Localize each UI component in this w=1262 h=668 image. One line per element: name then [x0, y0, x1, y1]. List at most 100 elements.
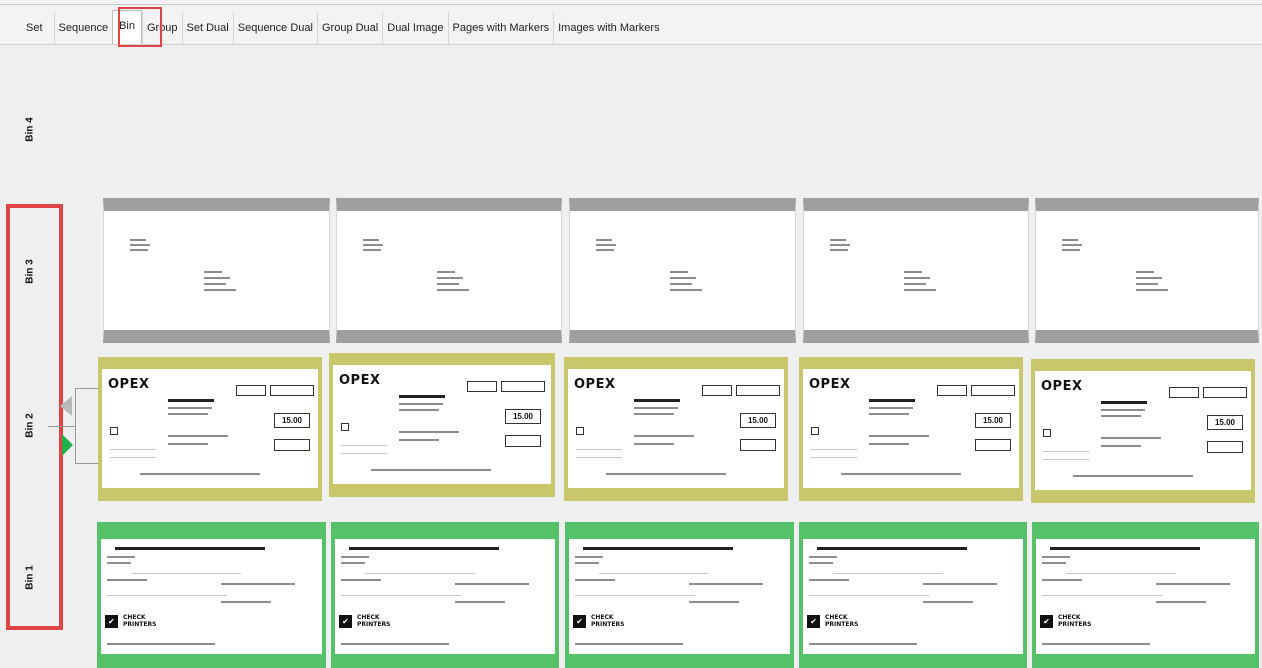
- form-field-box: [971, 385, 1015, 396]
- checkbox-mark: [1043, 429, 1051, 437]
- bin1-thumbnail-1[interactable]: ✔ CHECK PRINTERS: [97, 522, 326, 668]
- form-field-box: [740, 439, 776, 451]
- form-text-line: [168, 407, 212, 409]
- bin2-thumbnail-1[interactable]: OPEX 15.00: [98, 357, 322, 501]
- check-printers-logo: CHECK PRINTERS: [825, 614, 858, 628]
- form-text-line: [634, 399, 680, 402]
- amount-box: 15.00: [740, 413, 776, 428]
- marker-bracket-tick: [48, 426, 75, 427]
- form-text-line: [1101, 415, 1141, 417]
- tab-sequence-dual[interactable]: Sequence Dual: [232, 12, 317, 44]
- envelope-image: [570, 211, 795, 330]
- tab-set-dual[interactable]: Set Dual: [181, 12, 233, 44]
- form-rule: [1043, 451, 1089, 452]
- check-rule: [809, 595, 929, 596]
- marker-previous-icon[interactable]: [60, 396, 72, 416]
- bin1-thumbnail-3[interactable]: ✔ CHECK PRINTERS: [565, 522, 794, 668]
- recipient-address-line: [1136, 283, 1158, 285]
- check-header-line: [349, 547, 499, 550]
- form-text-line: [399, 439, 439, 441]
- tab-dual-image[interactable]: Dual Image: [382, 12, 447, 44]
- check-printers-logo: CHECK PRINTERS: [357, 614, 390, 628]
- recipient-address-line: [904, 283, 926, 285]
- form-field-box: [1169, 387, 1199, 398]
- form-rule: [110, 457, 156, 458]
- tab-group-dual[interactable]: Group Dual: [316, 12, 382, 44]
- form-text-line: [869, 443, 909, 445]
- check-printer-icon: ✔: [105, 615, 118, 628]
- bin3-thumbnail-1[interactable]: [103, 198, 330, 343]
- bin3-thumbnail-4[interactable]: [803, 198, 1029, 343]
- amount-value: 15.00: [982, 416, 1004, 425]
- bin1-thumbnail-5[interactable]: ✔ CHECK PRINTERS: [1032, 522, 1259, 668]
- amount-box: 15.00: [274, 413, 310, 428]
- micr-line: [371, 469, 491, 471]
- bin2-thumbnail-4[interactable]: OPEX 15.00: [799, 357, 1023, 501]
- recipient-address-line: [670, 271, 688, 273]
- form-text-line: [869, 407, 913, 409]
- tab-sequence[interactable]: Sequence: [53, 12, 113, 44]
- checkbox-mark: [576, 427, 584, 435]
- check-text-line: [809, 579, 849, 581]
- bin-4-label: Bin 4: [24, 117, 36, 142]
- bin2-thumbnail-2[interactable]: OPEX 15.00: [329, 353, 555, 497]
- return-address-line: [363, 249, 381, 251]
- checkbox-mark: [341, 423, 349, 431]
- check-printers-logo: CHECK PRINTERS: [123, 614, 156, 628]
- check-logo-line1: CHECK: [357, 614, 380, 621]
- micr-line: [1073, 475, 1193, 477]
- check-printer-icon: ✔: [573, 615, 586, 628]
- check-text-line: [221, 601, 271, 603]
- bin1-thumbnail-4[interactable]: ✔ CHECK PRINTERS: [799, 522, 1027, 668]
- bin-tab-highlight: [118, 7, 162, 47]
- check-logo-line2: PRINTERS: [825, 621, 859, 628]
- bin1-thumbnail-2[interactable]: ✔ CHECK PRINTERS: [331, 522, 559, 668]
- form-field-box: [1203, 387, 1247, 398]
- check-header-line: [817, 547, 967, 550]
- bin2-thumbnail-5[interactable]: OPEX 15.00: [1031, 359, 1255, 503]
- amount-value: 15.00: [512, 412, 534, 421]
- form-field-box: [937, 385, 967, 396]
- opex-logo: OPEX: [339, 373, 381, 388]
- check-rule: [1042, 595, 1162, 596]
- bin3-thumbnail-5[interactable]: [1035, 198, 1259, 343]
- check-text-line: [221, 583, 295, 585]
- micr-line: [341, 643, 449, 645]
- form-field-box: [236, 385, 266, 396]
- marker-current-icon[interactable]: [62, 434, 73, 456]
- tab-set[interactable]: Set: [18, 12, 54, 44]
- recipient-address-line: [670, 277, 696, 279]
- return-address-line: [830, 239, 846, 241]
- recipient-address-line: [1136, 271, 1154, 273]
- check-logo-line1: CHECK: [1058, 614, 1081, 621]
- check-image: ✔ CHECK PRINTERS: [335, 539, 555, 654]
- form-text-line: [168, 435, 228, 437]
- recipient-address-line: [204, 289, 236, 291]
- tab-images-with-markers[interactable]: Images with Markers: [553, 12, 663, 44]
- tab-pages-with-markers[interactable]: Pages with Markers: [447, 12, 554, 44]
- check-text-line: [923, 583, 997, 585]
- check-logo-line2: PRINTERS: [357, 621, 391, 628]
- bin2-thumbnail-3[interactable]: OPEX 15.00: [564, 357, 788, 501]
- bin3-thumbnail-3[interactable]: [569, 198, 796, 343]
- form-text-line: [634, 443, 674, 445]
- amount-value: 15.00: [747, 416, 769, 425]
- check-image: ✔ CHECK PRINTERS: [101, 539, 322, 654]
- return-address-line: [130, 244, 150, 246]
- micr-line: [140, 473, 260, 475]
- form-text-line: [399, 403, 443, 405]
- check-logo-line1: CHECK: [123, 614, 146, 621]
- marker-bracket: [75, 388, 100, 464]
- bin3-thumbnail-2[interactable]: [336, 198, 562, 343]
- form-text-line: [399, 395, 445, 398]
- check-printers-logo: CHECK PRINTERS: [1058, 614, 1091, 628]
- form-rule: [576, 457, 622, 458]
- check-rule: [131, 573, 241, 574]
- opex-logo: OPEX: [108, 377, 150, 392]
- recipient-address-line: [204, 271, 222, 273]
- check-header-line: [583, 547, 733, 550]
- check-logo-line1: CHECK: [825, 614, 848, 621]
- form-text-line: [168, 413, 208, 415]
- check-text-line: [341, 562, 365, 564]
- recipient-address-line: [904, 277, 930, 279]
